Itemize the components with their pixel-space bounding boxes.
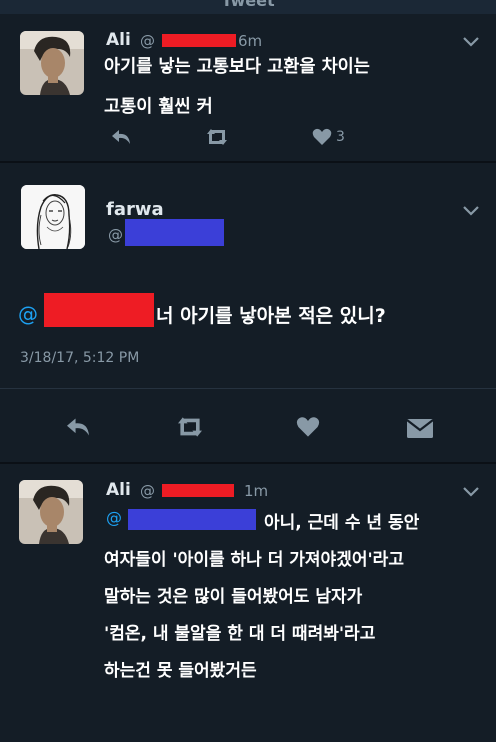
- divider: [0, 161, 496, 163]
- divider: [0, 462, 496, 464]
- tweet-text-line: 아니, 근데 수 년 동안: [264, 513, 420, 533]
- tweet-text: 너 아기를 낳아본 적은 있니?: [156, 305, 386, 327]
- tweet-text-line: 하는건 못 들어봤거든: [104, 661, 257, 681]
- retweet-icon: [178, 417, 202, 437]
- handle-redaction: [125, 219, 224, 246]
- direct-message-button[interactable]: [406, 416, 434, 440]
- tweet-time: 6m: [238, 32, 263, 50]
- handle-redaction: [162, 34, 236, 47]
- handle[interactable]: @: [140, 32, 155, 50]
- tweet-text-line: '컴온, 내 불알을 한 대 더 때려봐'라고: [104, 624, 376, 644]
- like-button[interactable]: [296, 416, 320, 438]
- reply-button[interactable]: [64, 416, 92, 438]
- reply-icon: [112, 130, 130, 144]
- tweet-text-line: 여자들이 '아이를 하나 더 가져야겠어'라고: [104, 550, 404, 570]
- chevron-down-icon[interactable]: [462, 36, 480, 48]
- heart-icon: [312, 128, 332, 145]
- tweet-text-line: 고통이 훨씬 커: [104, 97, 213, 117]
- reply-button[interactable]: [110, 128, 132, 146]
- divider: [0, 388, 496, 389]
- avatar[interactable]: [21, 185, 85, 249]
- display-name[interactable]: farwa: [106, 199, 164, 220]
- like-button[interactable]: [312, 128, 332, 146]
- display-name[interactable]: Ali: [106, 480, 131, 500]
- mention-redaction: [44, 293, 154, 327]
- retweet-icon: [207, 129, 227, 145]
- tweet-timestamp: 3/18/17, 5:12 PM: [20, 350, 140, 366]
- tweet-text-line: 아기를 낳는 고통보다 고환을 차이는: [104, 57, 370, 77]
- mention-link[interactable]: @: [106, 508, 122, 527]
- chevron-down-icon[interactable]: [462, 486, 480, 498]
- handle[interactable]: @: [108, 226, 123, 244]
- avatar[interactable]: [20, 31, 84, 95]
- heart-icon: [296, 417, 320, 437]
- envelope-icon: [406, 419, 434, 438]
- reply-icon: [67, 418, 89, 436]
- retweet-button[interactable]: [174, 415, 206, 439]
- mention-redaction: [128, 509, 256, 530]
- avatar[interactable]: [19, 480, 83, 544]
- retweet-button[interactable]: [204, 127, 230, 147]
- page-title: Tweet: [221, 0, 275, 10]
- top-bar: Tweet: [0, 0, 496, 14]
- mention-link[interactable]: @: [18, 302, 38, 326]
- tweet-text-line: 말하는 것은 많이 들어봤어도 남자가: [104, 587, 363, 607]
- chevron-down-icon[interactable]: [462, 205, 480, 217]
- display-name[interactable]: Ali: [106, 30, 131, 50]
- tweet-time: 1m: [244, 482, 269, 500]
- handle-redaction: [162, 484, 234, 497]
- handle[interactable]: @: [140, 482, 155, 500]
- like-count: 3: [336, 129, 345, 145]
